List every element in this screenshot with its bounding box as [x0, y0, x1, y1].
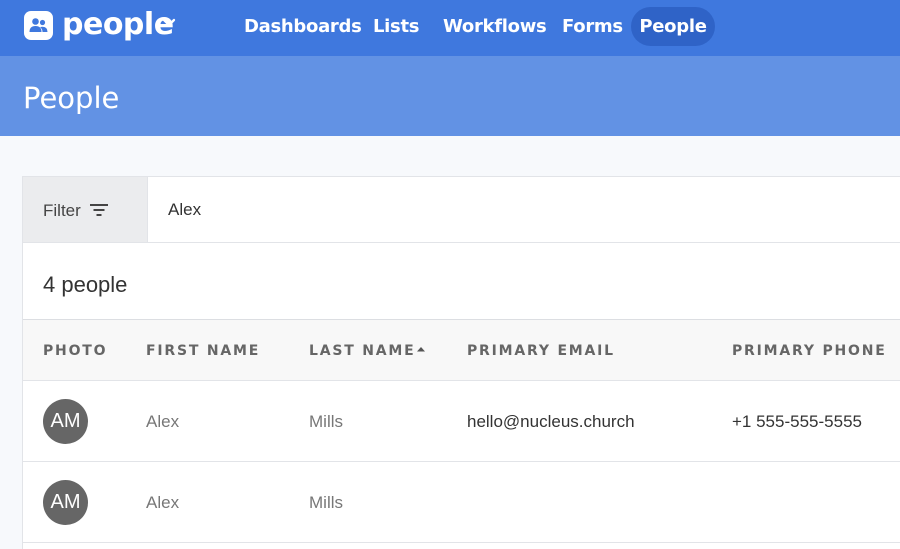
app-logo[interactable]: [24, 11, 53, 40]
first-name-cell[interactable]: Alex: [146, 493, 179, 513]
filter-label[interactable]: Filter: [43, 201, 81, 221]
people-icon: [29, 18, 48, 32]
page-title: People: [23, 81, 120, 115]
app-name[interactable]: people: [62, 7, 174, 42]
page-header: [0, 56, 900, 136]
nav-forms[interactable]: Forms: [562, 7, 623, 46]
result-count: 4 people: [43, 272, 128, 297]
column-header-photo: PHOTO: [43, 343, 108, 359]
phone-cell[interactable]: +1 555-555-5555: [732, 412, 862, 432]
avatar[interactable]: AM: [43, 480, 88, 525]
column-header-last-name[interactable]: LAST NAME: [309, 343, 416, 359]
divider: [23, 242, 900, 243]
nav-dashboards[interactable]: Dashboards: [244, 7, 362, 46]
last-name-cell[interactable]: Mills: [309, 412, 343, 432]
nav-lists[interactable]: Lists: [373, 7, 419, 46]
sort-ascending-icon[interactable]: [416, 346, 426, 352]
row-divider: [23, 542, 900, 543]
filter-icon[interactable]: [90, 203, 108, 217]
row-divider: [23, 461, 900, 462]
column-header-primary-phone[interactable]: PRIMARY PHONE: [732, 343, 887, 359]
chevron-down-icon[interactable]: [162, 18, 176, 28]
nav-workflows[interactable]: Workflows: [443, 7, 547, 46]
nav-people[interactable]: People: [631, 7, 715, 46]
avatar[interactable]: AM: [43, 399, 88, 444]
email-cell[interactable]: hello@nucleus.church: [467, 412, 635, 432]
filter-button[interactable]: [23, 177, 148, 242]
filter-input[interactable]: [149, 177, 900, 242]
last-name-cell[interactable]: Mills: [309, 493, 343, 513]
column-header-primary-email[interactable]: PRIMARY EMAIL: [467, 343, 615, 359]
first-name-cell[interactable]: Alex: [146, 412, 179, 432]
column-header-first-name[interactable]: FIRST NAME: [146, 343, 260, 359]
